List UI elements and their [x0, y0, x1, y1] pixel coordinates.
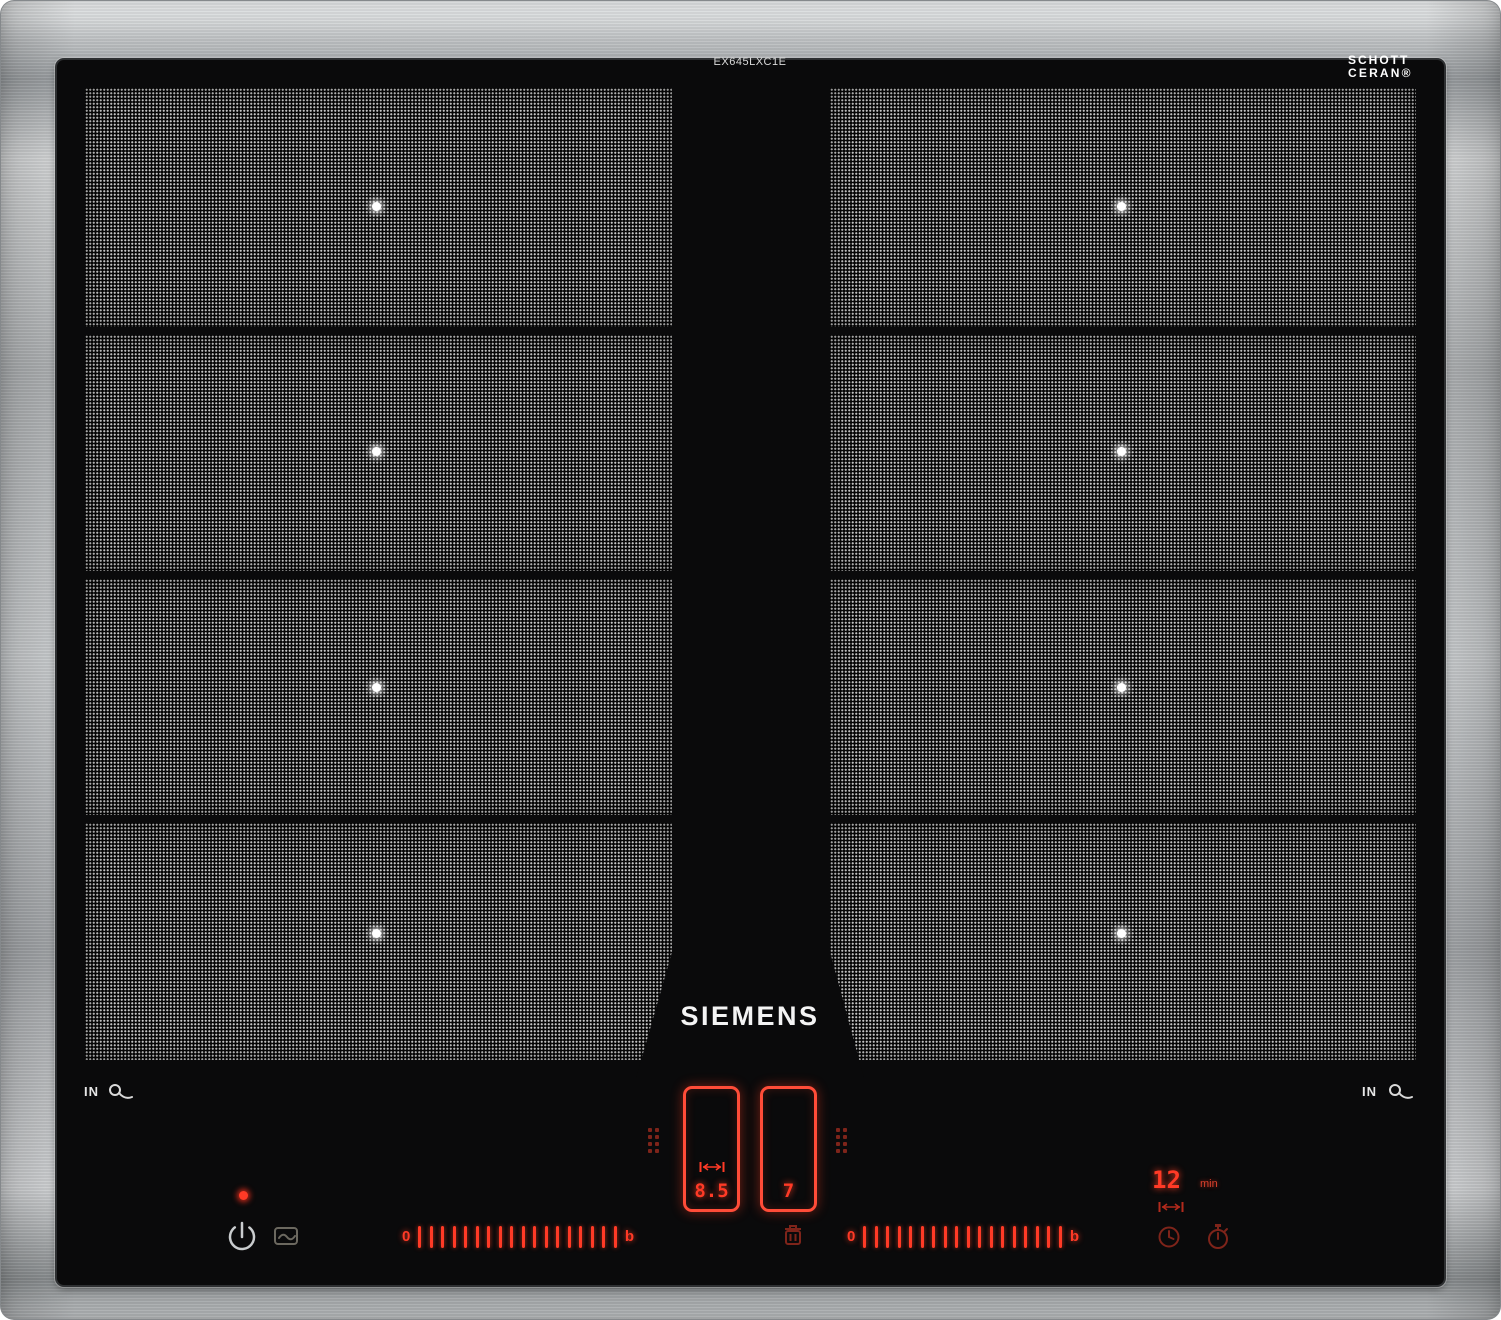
slider-bar — [430, 1226, 433, 1248]
power-slider-left[interactable]: 0 b — [402, 1223, 634, 1251]
slider-bar — [476, 1226, 479, 1248]
slider-bar — [1047, 1226, 1050, 1248]
in-marking-left: IN — [84, 1084, 99, 1099]
slider-boost-label: b — [625, 1223, 634, 1251]
slider-bar — [863, 1226, 866, 1248]
stopwatch-icon[interactable] — [1204, 1222, 1230, 1255]
pan-width-icon — [1158, 1200, 1184, 1218]
pan-detection-dot — [372, 447, 381, 456]
level-indicator-icon — [836, 1128, 847, 1153]
slider-bar — [522, 1226, 525, 1248]
slider-bar — [533, 1226, 536, 1248]
cooking-zone-segment — [85, 579, 672, 815]
slider-bar — [898, 1226, 901, 1248]
slider-bar — [614, 1226, 617, 1248]
slider-bar-track[interactable] — [863, 1226, 1062, 1248]
pan-detection-dot — [372, 683, 381, 692]
timer-readout: 12 — [1152, 1168, 1181, 1192]
pan-detection-dot — [1117, 929, 1126, 938]
clock-icon[interactable] — [1156, 1224, 1182, 1255]
power-level-readout: 8.5 — [694, 1182, 728, 1201]
slider-bar — [1001, 1226, 1004, 1248]
slider-zero-label: 0 — [847, 1223, 855, 1251]
power-slider-right[interactable]: 0 b — [847, 1223, 1079, 1251]
zone-display-left[interactable]: 8.5 — [683, 1086, 740, 1212]
power-level-readout: 7 — [783, 1182, 794, 1201]
probe-icon — [1388, 1082, 1414, 1107]
slider-bar — [579, 1226, 582, 1248]
pan-detection-dot — [372, 202, 381, 211]
timer-unit-label: min — [1200, 1178, 1218, 1190]
slider-bar — [967, 1226, 970, 1248]
delete-icon[interactable] — [779, 1221, 807, 1254]
power-icon[interactable] — [224, 1218, 260, 1259]
zone-display-right[interactable]: 7 — [760, 1086, 817, 1212]
pan-detection-dot — [1117, 683, 1126, 692]
slider-boost-label: b — [1070, 1223, 1079, 1251]
slider-bar — [978, 1226, 981, 1248]
pan-detection-dot — [372, 929, 381, 938]
power-indicator-dot — [239, 1191, 248, 1200]
cooking-zone-segment — [85, 823, 672, 1060]
wipe-protection-icon[interactable] — [271, 1221, 301, 1256]
slider-bar — [1036, 1226, 1039, 1248]
brand-logo: SIEMENS — [610, 1001, 890, 1032]
slider-bar — [990, 1226, 993, 1248]
slider-bar — [909, 1226, 912, 1248]
schott-ceran-logo: SCHOTT CERAN® — [1348, 54, 1440, 80]
slider-bar — [487, 1226, 490, 1248]
product-photo: EX645LXC1E SCHOTT CERAN® SIEMENS IN IN 0… — [0, 0, 1501, 1320]
slider-bar — [591, 1226, 594, 1248]
slider-bar — [556, 1226, 559, 1248]
slider-bar-track[interactable] — [418, 1226, 617, 1248]
pan-detection-dot — [1117, 447, 1126, 456]
in-marking-right: IN — [1362, 1084, 1377, 1099]
slider-bar — [955, 1226, 958, 1248]
slider-bar — [545, 1226, 548, 1248]
slider-bar — [1024, 1226, 1027, 1248]
slider-bar — [510, 1226, 513, 1248]
slider-bar — [875, 1226, 878, 1248]
slider-bar — [568, 1226, 571, 1248]
slider-bar — [453, 1226, 456, 1248]
level-indicator-icon — [648, 1128, 659, 1153]
slider-bar — [602, 1226, 605, 1248]
slider-bar — [464, 1226, 467, 1248]
slider-bar — [1059, 1226, 1062, 1248]
pan-width-icon — [699, 1160, 725, 1178]
probe-icon — [108, 1082, 134, 1107]
slider-bar — [921, 1226, 924, 1248]
cooking-zone-segment — [830, 823, 1416, 1060]
slider-bar — [1013, 1226, 1016, 1248]
slider-bar — [418, 1226, 421, 1248]
model-number: EX645LXC1E — [660, 56, 840, 68]
slider-bar — [499, 1226, 502, 1248]
slider-bar — [944, 1226, 947, 1248]
cooking-zone-segment — [830, 579, 1416, 815]
slider-bar — [886, 1226, 889, 1248]
slider-bar — [932, 1226, 935, 1248]
ceran-line: CERAN® — [1348, 67, 1440, 80]
slider-zero-label: 0 — [402, 1223, 410, 1251]
slider-bar — [441, 1226, 444, 1248]
pan-detection-dot — [1117, 202, 1126, 211]
